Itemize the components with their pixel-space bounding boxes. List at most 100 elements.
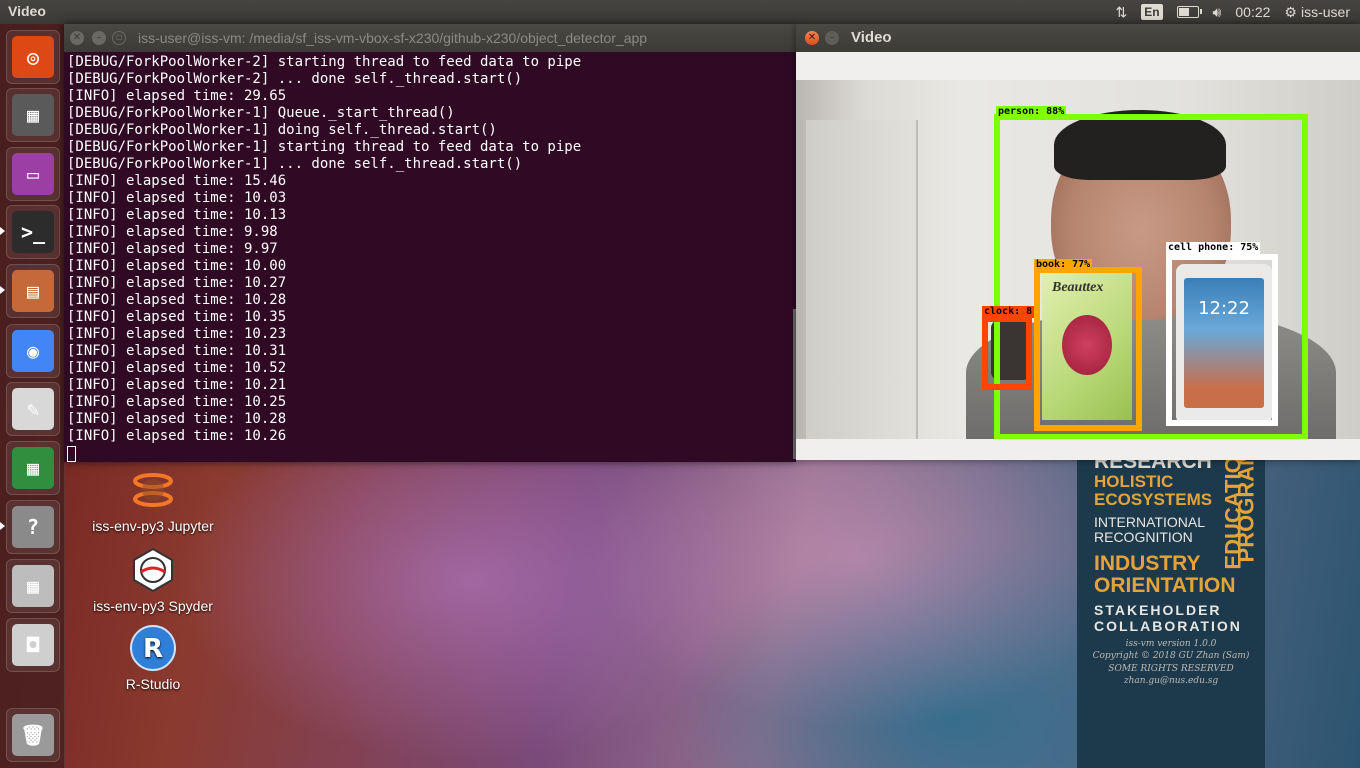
poster-line: STAKEHOLDER (1094, 602, 1222, 618)
minimize-button[interactable]: – (825, 31, 839, 45)
launcher: ◎ ▦ ▭ >_ ▤ ◉ ✎ ▦? ▦ ◘ 🗑︎ (0, 24, 65, 768)
terminal-line: [INFO] elapsed time: 10.27 (67, 275, 287, 291)
jupyter-icon (129, 466, 177, 514)
poster-line: INTERNATIONAL (1094, 514, 1205, 530)
terminal-line: [INFO] elapsed time: 10.52 (67, 360, 287, 376)
detection-label-cell-phone: cell phone: 75% (1166, 242, 1261, 254)
terminal-line: [INFO] elapsed time: 10.23 (67, 326, 287, 342)
launcher-item[interactable]: 🗑︎ (6, 708, 60, 762)
launcher-item[interactable]: ✎ (6, 382, 60, 436)
username[interactable]: iss-user (1301, 4, 1350, 20)
battery-icon[interactable] (1176, 6, 1202, 18)
desktop-icon-label: iss-env-py3 Jupyter (92, 518, 214, 534)
video-app-icon: ▭ (12, 153, 54, 195)
video-title: Video (851, 29, 892, 46)
launcher-item[interactable]: ▦ (6, 88, 60, 142)
terminal-line: [INFO] elapsed time: 9.97 (67, 241, 278, 257)
volume-icon[interactable]: 🔊︎ (1213, 4, 1222, 21)
maximize-button[interactable]: ▫ (112, 31, 126, 45)
launcher-item[interactable]: ◉ (6, 324, 60, 378)
poster-line: COLLABORATION (1094, 618, 1242, 634)
svg-text:R: R (143, 634, 163, 664)
wallpaper-poster: RESEARCH HOLISTIC ECOSYSTEMS INTERNATION… (1077, 460, 1265, 768)
poster-footer-line: Copyright © 2018 GU Zhan (Sam) (1092, 651, 1250, 661)
calculator-icon: ▦ (12, 565, 54, 607)
system-tray: ⇅ En 🔊︎ 00:22 ⚙ iss-user (1115, 0, 1350, 24)
terminal-line: [INFO] elapsed time: 10.21 (67, 377, 287, 393)
poster-footer-line: SOME RIGHTS RESERVED (1108, 664, 1234, 674)
desktop-icon-label: R-Studio (125, 676, 181, 692)
terminal-line: [INFO] elapsed time: 29.65 (67, 88, 287, 104)
video-window[interactable]: ✕ – Video Beauttex 12:22 person: 88% cel… (796, 24, 1360, 460)
detection-box-cell-phone (1166, 254, 1278, 426)
poster-side-text-2: PROGRAM (1233, 460, 1259, 563)
launcher-item[interactable]: ▦ (6, 559, 60, 613)
launcher-item[interactable]: ◎ (6, 30, 60, 84)
detection-box-book (1034, 267, 1142, 431)
network-icon[interactable]: ⇅ (1115, 4, 1127, 21)
close-button[interactable]: ✕ (805, 31, 819, 45)
detection-label-clock: clock: 8 (982, 306, 1035, 318)
launcher-item[interactable]: ◘ (6, 618, 60, 672)
terminal-line: [INFO] elapsed time: 15.46 (67, 173, 287, 189)
detection-label-book: book: 77% (1034, 259, 1093, 271)
keyboard-layout-indicator[interactable]: En (1141, 4, 1163, 20)
terminal-line: [INFO] elapsed time: 10.35 (67, 309, 287, 325)
poster-line: INDUSTRY (1094, 552, 1201, 575)
help-icon: ? (12, 506, 54, 548)
detection-box-clock (982, 316, 1032, 390)
terminal-line: [INFO] elapsed time: 10.26 (67, 428, 287, 444)
terminal-titlebar[interactable]: ✕ – ▫ iss-user@iss-vm: /media/sf_iss-vm-… (64, 24, 796, 52)
desktop-icon-jupyter[interactable]: iss-env-py3 Jupyter (78, 466, 228, 534)
spreadsheet-icon: ▦ (12, 447, 54, 489)
video-frame: Beauttex 12:22 person: 88% cell phone: 7… (796, 80, 1360, 439)
terminal-output[interactable]: [DEBUG/ForkPoolWorker-2] starting thread… (64, 52, 796, 462)
trash-icon: 🗑︎ (12, 714, 54, 756)
terminal-line: [DEBUG/ForkPoolWorker-1] doing self._thr… (67, 122, 497, 138)
terminal-window[interactable]: ✕ – ▫ iss-user@iss-vm: /media/sf_iss-vm-… (64, 24, 796, 462)
chrome-icon: ◉ (12, 330, 54, 372)
terminal-line: [INFO] elapsed time: 9.98 (67, 224, 278, 240)
launcher-item[interactable]: >_ (6, 205, 60, 259)
camera-icon: ◘ (12, 624, 54, 666)
poster-side-text: EDUCATION PROGRAM (1203, 460, 1263, 598)
poster-line: RECOGNITION (1094, 529, 1193, 545)
active-app-title: Video (8, 3, 46, 19)
launcher-item[interactable]: ▤ (6, 264, 60, 318)
terminal-line: [DEBUG/ForkPoolWorker-1] starting thread… (67, 139, 582, 155)
video-titlebar[interactable]: ✕ – Video (796, 24, 1360, 52)
running-indicator (0, 522, 5, 530)
terminal-line: [DEBUG/ForkPoolWorker-1] Queue._start_th… (67, 105, 455, 121)
terminal-line: [INFO] elapsed time: 10.28 (67, 292, 287, 308)
terminal-line: [INFO] elapsed time: 10.00 (67, 258, 287, 274)
detection-label-person: person: 88% (996, 106, 1067, 118)
terminal-cursor (67, 446, 76, 462)
launcher-item[interactable]: ▦ (6, 441, 60, 495)
desktop-icon-spyder[interactable]: iss-env-py3 Spyder (78, 546, 228, 614)
top-panel: Video ⇅ En 🔊︎ 00:22 ⚙ iss-user (0, 0, 1360, 24)
terminal-line: [INFO] elapsed time: 10.25 (67, 394, 287, 410)
battery-fill (1178, 8, 1190, 16)
poster-footer-line: zhan.gu@nus.edu.sg (1123, 676, 1219, 686)
text-editor-icon: ✎ (12, 388, 54, 430)
background-door (806, 120, 918, 439)
launcher-item[interactable]: ▭ (6, 147, 60, 201)
rstudio-icon: R (129, 624, 177, 672)
clock[interactable]: 00:22 (1235, 4, 1270, 20)
close-button[interactable]: ✕ (70, 31, 84, 45)
desktop-icon-rstudio[interactable]: R R-Studio (78, 624, 228, 692)
desktop-icon-label: iss-env-py3 Spyder (93, 598, 213, 614)
terminal-line: [INFO] elapsed time: 10.31 (67, 343, 287, 359)
running-indicator (0, 227, 5, 235)
terminal-line: [DEBUG/ForkPoolWorker-1] ... done self._… (67, 156, 523, 172)
terminal-icon: >_ (12, 211, 54, 253)
spyder-icon (129, 546, 177, 594)
minimize-button[interactable]: – (92, 31, 106, 45)
terminal-line: [DEBUG/ForkPoolWorker-2] ... done self._… (67, 71, 523, 87)
terminal-line: [INFO] elapsed time: 10.13 (67, 207, 287, 223)
poster-footer-line: iss-vm version 1.0.0 (1125, 639, 1217, 649)
gear-icon[interactable]: ⚙ (1284, 4, 1297, 21)
terminal-line: [DEBUG/ForkPoolWorker-2] starting thread… (67, 54, 582, 70)
launcher-item[interactable]: ? (6, 500, 60, 554)
poster-line: ECOSYSTEMS (1094, 490, 1213, 509)
